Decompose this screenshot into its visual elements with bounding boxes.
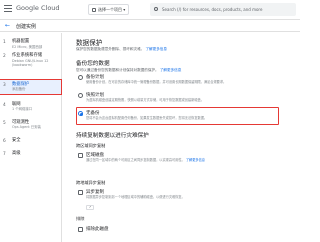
section-title: 数据保护 [76,39,103,47]
step-advanced[interactable]: 7 高级 [0,149,61,159]
option-description: 为虚拟机磁盘创建定期快照，快照以增量方式存储，可用于恢复数据或创建新磁盘。 [86,98,204,102]
step-security[interactable]: 6 安全 [0,136,61,146]
replication-heading: 持续复制数据以进行灾难保护 [76,133,149,139]
back-arrow-icon[interactable]: ← [5,22,10,29]
top-bar: Google Cloud 选择一个项目 ▾ Search (/) for res… [0,0,300,20]
step-subtitle: Ops Agent 已安装 [12,125,41,129]
menu-icon[interactable] [4,5,12,13]
step-number: 4 [3,102,6,108]
checkbox-description: 通过在同一区域中的两个可用区之间同步复制数据，以实现高可用性。 了解更多信息 [86,158,286,162]
search-input[interactable]: Search (/) for resources, docs, products… [150,3,296,16]
backup-description-text: 您可以通过备份您的数据和计划保持对数据的保护。 [76,68,159,72]
checkbox[interactable] [78,227,83,232]
exclude-heading: 排除 [76,216,85,221]
step-observability[interactable]: 5 可观测性 Ops Agent 已安装 [0,118,61,132]
step-title: 高级 [12,151,21,156]
option-description: 您将不会为这台虚拟机配置任何备份，如果发生数据丢失或损坏，您将无法恢复数据。 [86,116,208,120]
project-selector[interactable]: 选择一个项目 ▾ [88,4,130,15]
page-header: ← 创建实例 [0,20,300,32]
checkbox-description-text: 通过在同一区域中的两个可用区之间同步复制数据，以实现高可用性。 [86,158,185,162]
step-subtitle: 1 个网络接口 [12,107,33,111]
search-icon [154,7,158,11]
logo-text: Google Cloud [16,4,60,12]
step-title: 安全 [12,137,21,143]
project-label: 选择一个项目 [98,7,122,12]
search-placeholder: Search (/) for resources, docs, products… [162,7,263,12]
step-subtitle: 添加备份 [12,87,26,91]
main-content: 数据保护 保护您的数据免遭意外删除、损坏和灾难。 了解更多信息 备份您的数据 您… [66,33,300,242]
sync-replication-heading: 跨区域同步复制 [76,143,106,148]
radio-button-selected[interactable] [78,111,83,116]
project-icon [92,8,96,12]
intro-description: 保护您的数据免遭意外删除、损坏和灾难。 [76,47,145,51]
learn-more-link[interactable]: 了解更多信息 [160,68,182,72]
step-networking[interactable]: 4 联网 1 个网络接口 [0,100,61,114]
step-subtitle: (bookworm) [12,63,33,67]
intro-text: 保护您的数据免遭意外删除、损坏和灾难。 了解更多信息 [76,47,167,51]
checkbox[interactable] [78,153,83,158]
backup-description: 您可以通过备份您的数据和计划保持对数据的保护。 了解更多信息 [76,68,181,72]
step-data-protection[interactable]: 3 数据保护 添加备份 [0,78,62,95]
step-number: 7 [3,152,6,157]
checkbox-description: 将数据异步复制到另一个地理区域中的辅助磁盘，以便进行灾难恢复。 [86,195,185,199]
radio-button[interactable] [78,75,83,80]
step-number: 2 [3,54,6,59]
learn-more-link[interactable]: 了解更多信息 [145,47,167,51]
step-number: 5 [3,120,6,126]
external-link-icon[interactable]: ↗ [86,205,94,210]
step-machine-config[interactable]: 1 机器配置 E2 Micro, 美国西部 [0,37,61,51]
sidebar-steps: 1 机器配置 E2 Micro, 美国西部 2 作业系统和存储 Debian G… [0,33,62,242]
google-cloud-logo[interactable]: Google Cloud [16,4,60,12]
step-os-storage[interactable]: 2 作业系统和存储 Debian GNU/Linux 12 (bookworm) [0,51,61,70]
page-title: 创建实例 [16,24,37,30]
radio-button[interactable] [78,93,83,98]
async-replication-heading: 跨地域异步复制 [76,180,106,185]
step-number: 3 [3,82,6,88]
step-subtitle: E2 Micro, 美国西部 [12,44,43,49]
learn-more-link[interactable]: 了解更多信息 [186,158,205,162]
backup-heading: 备份您的数据 [76,61,110,67]
step-number: 6 [3,138,6,144]
checkbox-label: 排除此磁盘 [86,227,109,232]
step-number: 1 [3,40,6,45]
checkbox[interactable] [78,190,83,195]
option-description: 使用备份计划，在可靠的存储库中统一管理备份数据，并可设置长期数据保留期限，满足合… [86,80,227,84]
